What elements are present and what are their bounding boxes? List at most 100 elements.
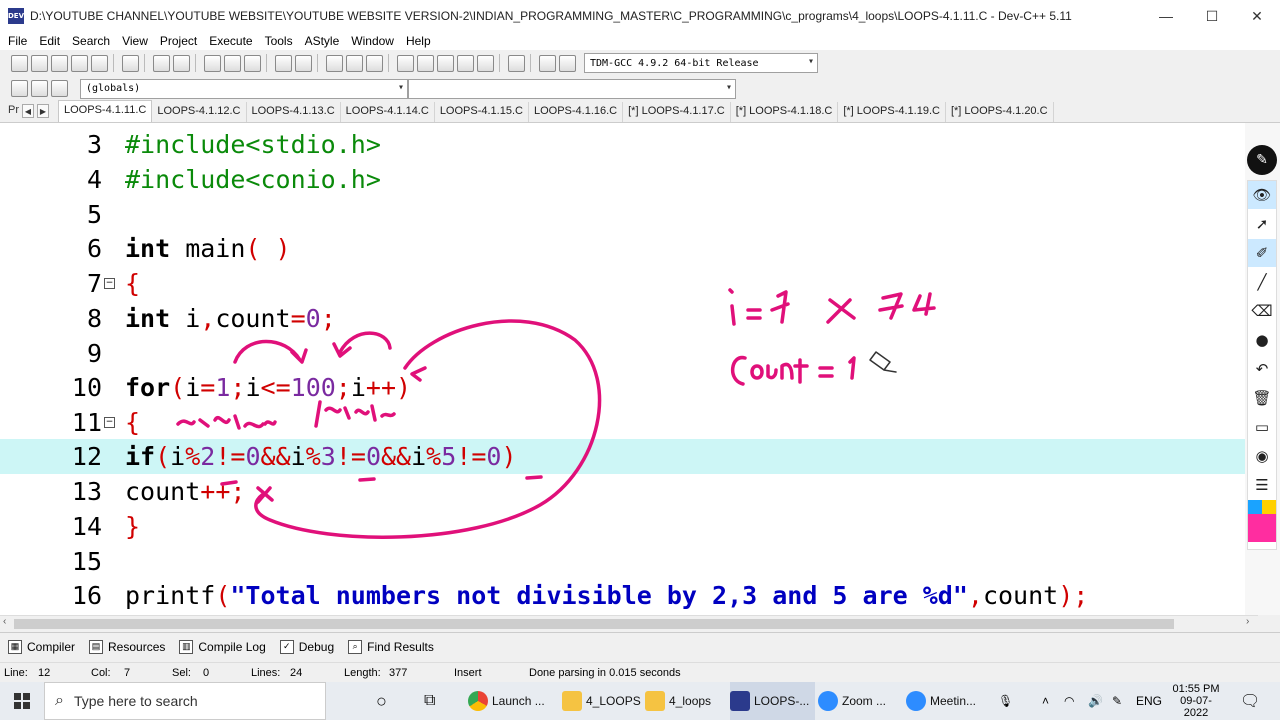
menu-edit[interactable]: Edit [35,34,64,48]
horizontal-scrollbar[interactable]: ‹ › [0,615,1258,631]
menu-window[interactable]: Window [347,34,398,48]
taskbar-app-folder-4-loops[interactable]: 4_LOOPS [562,682,641,720]
member-select[interactable]: ▾ [408,78,736,99]
tab-loops-4-1-14[interactable]: LOOPS-4.1.14.C [341,102,435,122]
save-icon[interactable] [51,54,68,72]
mic-icon[interactable]: 🎙 [998,682,1013,720]
start-button[interactable] [0,682,44,720]
menu-astyle[interactable]: AStyle [301,34,344,48]
compile-icon[interactable] [397,54,414,72]
tab-debug[interactable]: ✓ Debug [272,636,340,658]
compiler-select[interactable]: TDM-GCC 4.9.2 64-bit Release ▾ [584,53,818,73]
insert-icon[interactable] [11,80,28,97]
clipboard-icon[interactable]: ☰ [1248,471,1276,499]
chevron-up-icon[interactable]: ˄ [1042,682,1049,720]
run-icon[interactable] [417,54,434,72]
taskbar-app-zoom-meeting[interactable]: Meetin... [906,682,976,720]
close-button[interactable]: ✕ [1234,0,1280,32]
scroll-thumb[interactable] [14,619,1174,629]
code-line[interactable]: 16 printf("Total numbers not divisible b… [0,578,1245,613]
chevron-left-icon[interactable]: ‹ [3,616,6,627]
tab-loops-4-1-15[interactable]: LOOPS-4.1.15.C [435,102,529,122]
tab-loops-4-1-20[interactable]: [*] LOOPS-4.1.20.C [946,102,1054,122]
fold-toggle-icon[interactable]: − [104,417,115,428]
code-line[interactable]: 9 [0,336,1245,371]
taskbar-app-folder-4-loops-2[interactable]: 4_loops [645,682,711,720]
tab-loops-4-1-17[interactable]: [*] LOOPS-4.1.17.C [623,102,731,122]
menu-tools[interactable]: Tools [261,34,297,48]
unindent-icon[interactable] [295,54,312,72]
code-line[interactable]: 7 − { [0,266,1245,301]
tab-find-results[interactable]: ⌕ Find Results [340,636,440,658]
fold-toggle-icon[interactable]: − [104,278,115,289]
chevron-left-icon[interactable]: ◀ [22,104,34,118]
open-file-icon[interactable] [31,54,48,72]
chevron-right-icon[interactable]: ▶ [37,104,49,118]
code-line[interactable]: 5 [0,197,1245,232]
menu-help[interactable]: Help [402,34,435,48]
clock[interactable]: 01:55 PM 09-07-2022 [1168,682,1224,720]
debug-icon[interactable] [559,54,576,72]
notifications-icon[interactable]: 🗨 [1240,682,1260,720]
menu-project[interactable]: Project [156,34,201,48]
wifi-icon[interactable]: ◠ [1064,682,1074,720]
project-pane-tab[interactable]: Pr ◀ ▶ [0,104,58,122]
code-line[interactable]: 4 #include<conio.h> [0,162,1245,197]
bookmark-icon[interactable] [326,54,343,72]
code-line[interactable]: 14 } [0,509,1245,544]
profile-icon[interactable] [539,54,556,72]
taskbar-search-box[interactable]: ⌕ Type here to search [44,682,326,720]
tab-loops-4-1-18[interactable]: [*] LOOPS-4.1.18.C [731,102,839,122]
color-swatch-yellow[interactable] [1262,500,1276,514]
undo-icon[interactable] [153,54,170,72]
replace-icon[interactable] [224,54,241,72]
undo-icon[interactable]: ↶ [1248,355,1276,383]
eraser-icon[interactable]: ⌫ [1248,297,1276,325]
save-all-icon[interactable] [71,54,88,72]
menu-view[interactable]: View [118,34,152,48]
close-file-icon[interactable] [91,54,108,72]
menu-execute[interactable]: Execute [205,34,256,48]
chevron-right-icon[interactable]: › [1246,616,1249,627]
bookmark-next-icon[interactable] [346,54,363,72]
indent-icon[interactable] [275,54,292,72]
tab-loops-4-1-13[interactable]: LOOPS-4.1.13.C [247,102,341,122]
new-file-icon[interactable] [11,54,28,72]
find-icon[interactable] [204,54,221,72]
camera-icon[interactable]: ◉ [1248,442,1276,470]
language-indicator[interactable]: ENG [1136,682,1162,720]
eye-icon[interactable]: 👁 [1248,181,1276,209]
whiteboard-icon[interactable]: ▭ [1248,413,1276,441]
code-line[interactable]: 8 int i,count=0; [0,301,1245,336]
code-editor[interactable]: 3 #include<stdio.h> 4 #include<conio.h> … [0,123,1245,615]
maximize-button[interactable]: ☐ [1189,0,1235,32]
toggle-bookmark-icon[interactable] [31,80,48,97]
taskbar-app-zoom[interactable]: Zoom ... [818,682,886,720]
goto-bookmark-icon[interactable] [51,80,68,97]
volume-icon[interactable]: 🔊 [1088,682,1103,720]
minimize-button[interactable]: — [1143,0,1189,32]
marker-icon[interactable]: ✐ [1248,239,1276,267]
tab-compiler[interactable]: ▦ Compiler [0,636,81,658]
dot-icon[interactable]: ● [1248,326,1276,354]
annotate-app-logo-icon[interactable]: ✎ [1247,145,1277,175]
stop-execution-icon[interactable] [508,54,525,72]
scope-select[interactable]: (globals) ▾ [80,78,408,99]
redo-icon[interactable] [173,54,190,72]
tab-compile-log[interactable]: ▥ Compile Log [171,636,271,658]
compile-run-icon[interactable] [437,54,454,72]
trash-icon[interactable]: 🗑 [1248,384,1276,412]
goto-icon[interactable] [366,54,383,72]
cortana-icon[interactable]: ○ [376,682,387,720]
task-view-icon[interactable]: ⧉ [424,682,435,720]
pen-icon[interactable]: ╱ [1248,268,1276,296]
code-line[interactable]: 10 for(i=1;i<=100;i++) [0,370,1245,405]
tab-loops-4-1-11[interactable]: LOOPS-4.1.11.C [58,100,153,122]
taskbar-app-devcpp[interactable]: LOOPS-... [730,682,816,720]
tab-loops-4-1-16[interactable]: LOOPS-4.1.16.C [529,102,624,122]
tab-loops-4-1-19[interactable]: [*] LOOPS-4.1.19.C [838,102,946,122]
find-next-icon[interactable] [244,54,261,72]
pen-tray-icon[interactable]: ✎ [1112,682,1122,720]
code-line[interactable]: 15 [0,544,1245,579]
menu-file[interactable]: File [4,34,31,48]
